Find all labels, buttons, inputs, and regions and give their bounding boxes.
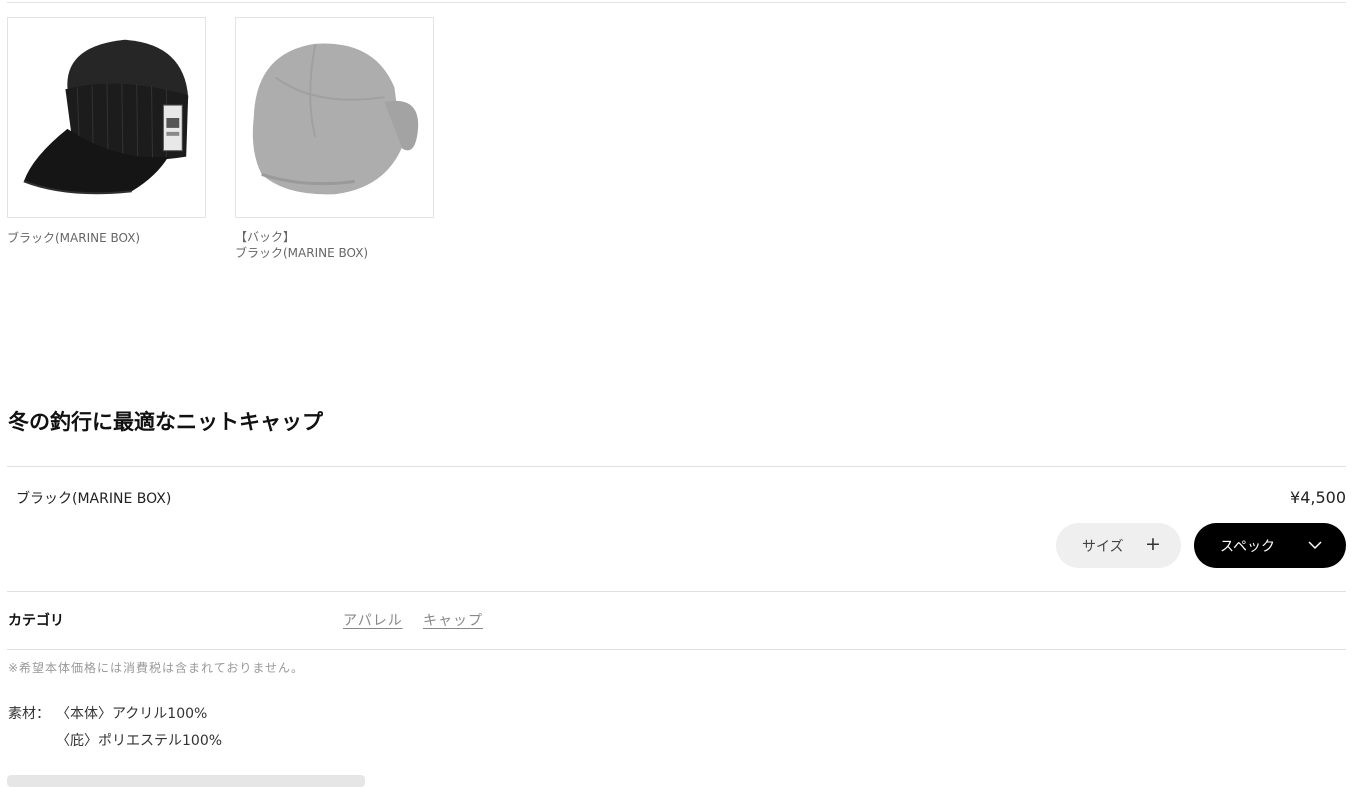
category-link-cap[interactable]: キャップ (423, 610, 483, 630)
size-button-label: サイズ (1082, 538, 1124, 555)
material-label: 素材： (8, 706, 50, 722)
grey-knit-cap-back-image (252, 43, 419, 195)
divider (7, 466, 1346, 467)
variant-name: ブラック(MARINE BOX) (16, 491, 172, 507)
top-divider (7, 2, 1346, 3)
category-link-apparel[interactable]: アパレル (343, 610, 403, 630)
material-line-body: 〈本体〉アクリル100% (56, 706, 208, 722)
size-button[interactable]: サイズ + (1056, 523, 1181, 568)
material-line-brim: 〈庇〉ポリエステル100% (56, 733, 223, 749)
chevron-down-icon (1308, 541, 1322, 550)
spec-button-label: スペック (1220, 538, 1276, 555)
tax-note: ※希望本体価格には消費税は含まれておりません。 (8, 661, 304, 675)
thumbnail-caption-view: 【バック】 (235, 230, 296, 244)
product-thumbnail-front[interactable] (7, 17, 206, 218)
thumbnail-caption: ブラック(MARINE BOX) (235, 246, 369, 260)
category-label: カテゴリ (8, 613, 64, 629)
divider (7, 649, 1346, 650)
plus-icon: + (1145, 533, 1161, 555)
price: ¥4,500 (1290, 488, 1346, 507)
product-thumbnail-back[interactable] (235, 17, 434, 218)
product-title: 冬の釣行に最適なニットキャップ (8, 410, 323, 434)
black-knit-cap-image (23, 39, 189, 195)
divider (7, 591, 1346, 592)
spec-button[interactable]: スペック (1194, 523, 1346, 568)
bottom-panel-edge (7, 775, 365, 787)
thumbnail-caption: ブラック(MARINE BOX) (7, 231, 141, 245)
